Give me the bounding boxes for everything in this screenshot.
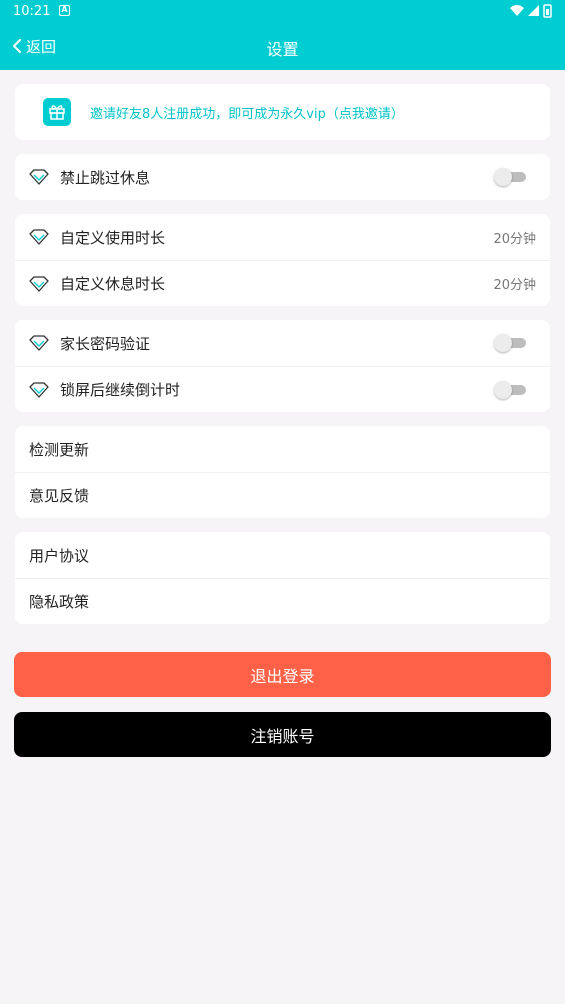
settings-group-legal: 用户协议 隐私政策	[15, 532, 550, 624]
logout-button[interactable]: 退出登录	[14, 652, 551, 697]
setting-label: 检测更新	[29, 440, 90, 459]
setting-value: 20分钟	[493, 278, 536, 293]
setting-lock-countdown: 锁屏后继续倒计时	[15, 366, 550, 412]
setting-skip-rest: 禁止跳过休息	[15, 154, 550, 200]
settings-group-rest: 禁止跳过休息	[15, 154, 550, 200]
wifi-icon	[510, 5, 524, 16]
diamond-icon	[29, 335, 49, 351]
diamond-icon	[29, 275, 49, 292]
settings-group-security: 家长密码验证 锁屏后继续倒计时	[15, 320, 550, 412]
gift-icon	[43, 98, 71, 126]
setting-user-agreement[interactable]: 用户协议	[15, 532, 550, 578]
invite-banner[interactable]: 邀请好友8人注册成功，即可成为永久vip（点我邀请）	[15, 84, 550, 140]
setting-custom-use-time[interactable]: 自定义使用时长 20分钟	[15, 214, 550, 260]
setting-feedback[interactable]: 意见反馈	[15, 472, 550, 518]
setting-privacy-policy[interactable]: 隐私政策	[15, 578, 550, 624]
setting-label: 锁屏后继续倒计时	[60, 381, 181, 399]
invite-text: 邀请好友8人注册成功，即可成为永久vip（点我邀请）	[90, 106, 404, 122]
setting-label: 隐私政策	[29, 593, 90, 611]
setting-parent-password: 家长密码验证	[15, 320, 550, 366]
cancel-account-button[interactable]: 注销账号	[14, 712, 551, 757]
skip-rest-toggle[interactable]	[494, 168, 526, 186]
notification-icon: A	[59, 5, 70, 16]
diamond-icon	[29, 229, 49, 245]
setting-custom-rest-time[interactable]: 自定义休息时长 20分钟	[15, 260, 550, 306]
status-bar: 10:21 A	[0, 0, 565, 24]
page-title: 设置	[266, 40, 299, 59]
status-icons	[509, 4, 553, 22]
status-time: 10:21	[13, 4, 51, 19]
setting-label: 家长密码验证	[60, 334, 151, 353]
lock-countdown-toggle[interactable]	[494, 381, 526, 399]
parent-password-toggle[interactable]	[494, 334, 526, 352]
settings-group-duration: 自定义使用时长 20分钟 自定义休息时长 20分钟	[15, 214, 550, 306]
setting-check-update[interactable]: 检测更新	[15, 426, 550, 472]
settings-group-app: 检测更新 意见反馈	[15, 426, 550, 518]
setting-label: 自定义使用时长	[60, 228, 166, 247]
diamond-icon	[29, 169, 49, 185]
setting-label: 禁止跳过休息	[60, 168, 151, 187]
setting-label: 自定义休息时长	[60, 275, 166, 293]
setting-label: 用户协议	[29, 546, 90, 565]
signal-icon	[528, 5, 539, 16]
setting-value: 20分钟	[493, 231, 536, 247]
nav-bar: 返回 设置	[0, 24, 565, 70]
setting-label: 意见反馈	[29, 487, 90, 505]
diamond-icon	[29, 381, 49, 398]
